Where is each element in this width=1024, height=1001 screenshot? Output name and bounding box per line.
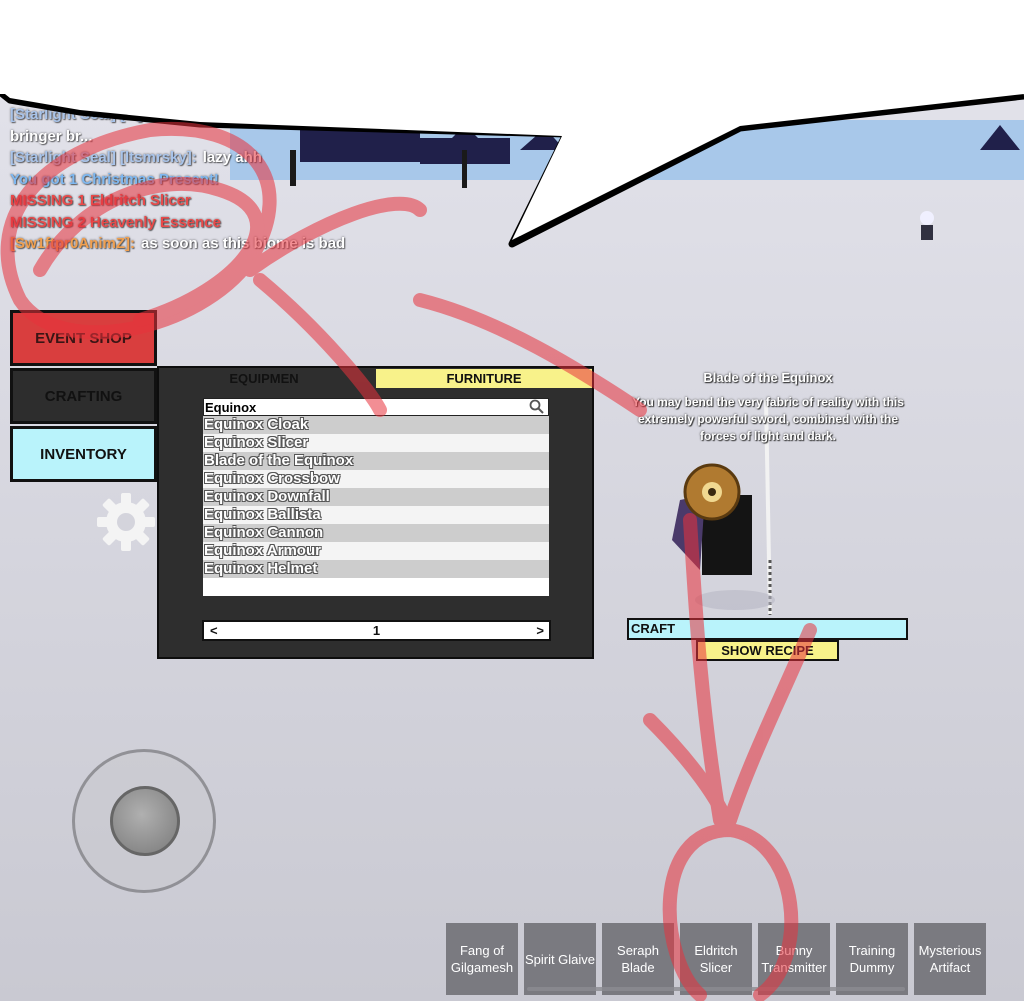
chat-message: You got 1 Christmas Present! xyxy=(10,170,219,188)
chat-line: bringer br... xyxy=(10,126,430,148)
inventory-button[interactable]: INVENTORY xyxy=(10,426,157,482)
chat-line: [Starlight Seal] [ltsmrsky]: lazy ahh xyxy=(10,147,430,169)
hotbar-slot-label: Eldritch Slicer xyxy=(694,943,738,975)
next-page-button[interactable]: > xyxy=(536,623,544,638)
hotbar: Fang of Gilgamesh Spirit Glaive Seraph Bla… xyxy=(446,923,986,995)
chat-speaker: [Starlight Seal] [...] xyxy=(10,106,143,123)
item-description: You may bend the very fabric of reality … xyxy=(632,395,904,443)
chat-message: MISSING 1 Eldritch Slicer xyxy=(10,192,191,209)
hotbar-slot-label: Mysterious Artifact xyxy=(918,943,982,975)
chat-line: You got 1 Christmas Present! xyxy=(10,169,430,191)
tab-equipment[interactable]: EQUIPMEN xyxy=(189,369,339,388)
list-item[interactable]: Equinox Crossbow xyxy=(203,470,549,488)
chat-message: bringer br... xyxy=(10,127,93,145)
hotbar-slot-label: Seraph Blade xyxy=(617,943,659,975)
list-item[interactable]: Equinox Downfall xyxy=(203,488,549,506)
chat-speaker: [Sw1ftpr0AnimZ]: xyxy=(10,235,135,252)
distant-character xyxy=(920,211,934,240)
chat-speaker: [Starlight Seal] [ltsmrsky]: xyxy=(10,149,197,166)
hotbar-slot-label: Training Dummy xyxy=(848,943,896,975)
list-item[interactable]: Blade of the Equinox xyxy=(203,452,549,470)
list-item[interactable]: Equinox Armour xyxy=(203,542,549,560)
crafting-button[interactable]: CRAFTING xyxy=(10,368,157,424)
hotbar-slot[interactable]: Fang of Gilgamesh xyxy=(446,923,518,995)
item-title: Blade of the Equinox xyxy=(703,370,833,385)
hotbar-slot[interactable]: Bunny Transmitter xyxy=(758,923,830,995)
gear-icon[interactable] xyxy=(96,492,156,552)
hotbar-slot[interactable]: Eldritch Slicer xyxy=(680,923,752,995)
chat-log: [Starlight Seal] [...] bringer br... [Star… xyxy=(10,104,430,255)
hotbar-scrollbar[interactable] xyxy=(527,987,905,991)
hotbar-slot-label: Spirit Glaive xyxy=(524,951,596,967)
chat-line: MISSING 1 Eldritch Slicer xyxy=(10,190,430,212)
pagination: < 1 > xyxy=(202,620,551,641)
event-shop-button[interactable]: EVENT SHOP xyxy=(10,310,157,366)
list-item[interactable]: Equinox Cannon xyxy=(203,524,549,542)
list-item[interactable]: Equinox Ballista xyxy=(203,506,549,524)
hotbar-slot[interactable]: Mysterious Artifact xyxy=(914,923,986,995)
hotbar-slot[interactable]: Spirit Glaive xyxy=(524,923,596,995)
search-input[interactable] xyxy=(205,399,515,415)
tab-furniture[interactable]: FURNITURE xyxy=(376,369,592,388)
craft-button[interactable]: CRAFT xyxy=(627,618,908,640)
search-icon[interactable] xyxy=(528,399,546,415)
list-item[interactable]: Equinox Slicer xyxy=(203,434,549,452)
chat-line: MISSING 2 Heavenly Essence xyxy=(10,212,430,234)
joystick-thumb[interactable] xyxy=(110,786,180,856)
list-item[interactable]: Equinox Helmet xyxy=(203,560,549,578)
hotbar-slot[interactable]: Seraph Blade xyxy=(602,923,674,995)
crafting-panel: EQUIPMEN FURNITURE Equinox CloakEquinox … xyxy=(157,366,594,659)
search-box xyxy=(203,398,549,416)
hotbar-slot[interactable]: Training Dummy xyxy=(836,923,908,995)
page-number: 1 xyxy=(372,623,381,638)
chat-line: [Sw1ftpr0AnimZ]: as soon as this biome is… xyxy=(10,233,430,255)
item-list: Equinox Cloak Equinox Slicer Blade of the … xyxy=(203,416,549,596)
hotbar-slot-label: Bunny Transmitter xyxy=(761,943,827,975)
list-item[interactable]: Equinox Cloak xyxy=(203,416,549,434)
chat-message: MISSING 2 Heavenly Essence xyxy=(10,213,221,231)
show-recipe-button[interactable]: SHOW RECIPE xyxy=(696,640,839,661)
chat-message: as soon as this biome is bad xyxy=(141,235,346,252)
chat-line: [Starlight Seal] [...] xyxy=(10,104,430,126)
hotbar-slot-label: Fang of Gilgamesh xyxy=(450,943,514,975)
chat-message: lazy ahh xyxy=(202,149,262,166)
